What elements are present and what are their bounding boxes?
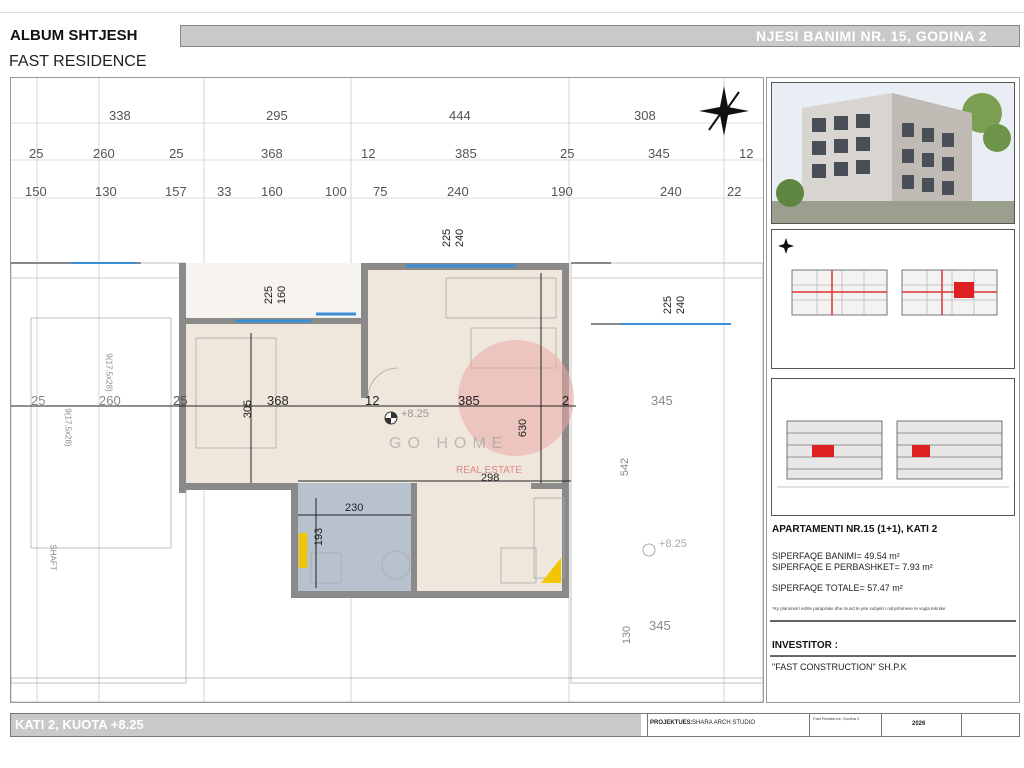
stairs-label-2: 9(17.5x28) — [63, 408, 73, 447]
common-area: SIPERFAQE E PERBASHKET= 7.93 m² — [772, 562, 933, 572]
note-cell: Fast Residence, Godina 2 — [809, 714, 882, 736]
apartment-info: APARTAMENTI NR.15 (1+1), KATI 2 SIPERFAQ… — [772, 524, 1016, 611]
room-dim-12: 12 — [365, 393, 380, 408]
win-top-240: 240 — [454, 228, 467, 248]
year: 2026 — [912, 721, 926, 727]
dim-368: 368 — [261, 146, 283, 161]
dim-385: 385 — [455, 146, 477, 161]
height-630: 630 — [517, 418, 530, 438]
investor-label: INVESTITOR : — [772, 640, 838, 651]
left-dim-260: 260 — [99, 393, 121, 408]
note-text: Fast Residence, Godina 2 — [813, 716, 860, 721]
right-dim-345: 345 — [651, 393, 673, 408]
win-left-160: 160 — [276, 285, 289, 305]
year-cell: 2026 — [881, 714, 962, 736]
bottom-dim-345: 345 — [649, 618, 671, 633]
dim-295: 295 — [266, 108, 288, 123]
room-dim-385: 385 — [458, 393, 480, 408]
win-top-225: 225 — [441, 228, 454, 248]
dim-25b: 25 — [169, 146, 184, 161]
level-mark-right: +8.25 — [659, 538, 687, 550]
level-mark: +8.25 — [401, 408, 429, 420]
win-left-225: 225 — [263, 285, 276, 305]
north-arrow-icon — [699, 86, 749, 141]
dim-12b: 12 — [739, 146, 754, 161]
dim-240a: 240 — [447, 184, 469, 199]
dim-260: 260 — [93, 146, 115, 161]
designer-name: SHARA ARCH STUDIO — [692, 720, 756, 726]
disclaimer-note: *Ky planimetri eshte paraprake dhe mund … — [772, 606, 946, 611]
height-193: 193 — [313, 527, 326, 547]
dim-130: 130 — [95, 184, 117, 199]
album-title: ALBUM SHTJESH — [10, 27, 138, 44]
dim-25c: 25 — [560, 146, 575, 161]
divider — [770, 655, 1016, 657]
project-name: FAST RESIDENCE — [9, 53, 147, 70]
elevation-image — [771, 378, 1015, 516]
designer-label: PROJEKTUES: — [650, 720, 693, 726]
stairs-label-1: 9(17.5x28) — [104, 353, 114, 392]
building-render-image — [771, 82, 1015, 224]
dim-12a: 12 — [361, 146, 376, 161]
width-230: 230 — [345, 502, 364, 514]
top-strip — [0, 0, 1024, 13]
unit-title: NJESI BANIMI NR. 15, GODINA 2 — [755, 28, 987, 44]
width-298: 298 — [481, 472, 500, 484]
key-plan-image — [771, 229, 1015, 369]
floor-bar: KATI 2, KUOTA +8.25 — [11, 714, 641, 736]
dim-240b: 240 — [660, 184, 682, 199]
unit-title-bar: NJESI BANIMI NR. 15, GODINA 2 — [180, 25, 1020, 47]
win-right-240: 240 — [675, 295, 688, 315]
dim-100: 100 — [325, 184, 347, 199]
title-block: KATI 2, KUOTA +8.25 PROJEKTUES: SHARA AR… — [10, 713, 1020, 737]
dim-150: 150 — [25, 184, 47, 199]
watermark-text: GO HOME — [389, 435, 508, 452]
dim-157: 157 — [165, 184, 187, 199]
floor-plan-drawing: GO HOME REAL ESTATE — [11, 78, 763, 702]
room-dim-2: 2 — [562, 393, 570, 408]
apartment-title: APARTAMENTI NR.15 (1+1), KATI 2 — [772, 524, 938, 535]
dim-190: 190 — [551, 184, 573, 199]
floor-label: KATI 2, KUOTA +8.25 — [15, 717, 144, 732]
dim-308: 308 — [634, 108, 656, 123]
empty-cell — [961, 714, 1020, 736]
shaft-label: SHAFT — [48, 544, 58, 571]
left-dim-25a: 25 — [31, 393, 46, 408]
height-130: 130 — [621, 625, 634, 645]
dim-22: 22 — [727, 184, 742, 199]
divider — [770, 620, 1016, 622]
win-right-225: 225 — [662, 295, 675, 315]
height-542: 542 — [619, 457, 632, 477]
dim-25a: 25 — [29, 146, 44, 161]
dim-345: 345 — [648, 146, 670, 161]
dim-75: 75 — [373, 184, 388, 199]
dim-338: 338 — [109, 108, 131, 123]
height-305: 305 — [242, 399, 255, 419]
floor-plan-frame: GO HOME REAL ESTATE 338 295 444 308 25 2… — [10, 77, 764, 703]
total-area: SIPERFAQE TOTALE= 57.47 m² — [772, 583, 903, 593]
investor-name: "FAST CONSTRUCTION" SH.P.K — [772, 662, 907, 672]
living-area: SIPERFAQE BANIMI= 49.54 m² — [772, 551, 900, 561]
designer-cell: PROJEKTUES: SHARA ARCH STUDIO — [647, 714, 810, 736]
dim-33: 33 — [217, 184, 232, 199]
room-dim-368: 368 — [267, 393, 289, 408]
left-dim-25b: 25 — [173, 393, 188, 408]
dim-444: 444 — [449, 108, 471, 123]
dim-160: 160 — [261, 184, 283, 199]
